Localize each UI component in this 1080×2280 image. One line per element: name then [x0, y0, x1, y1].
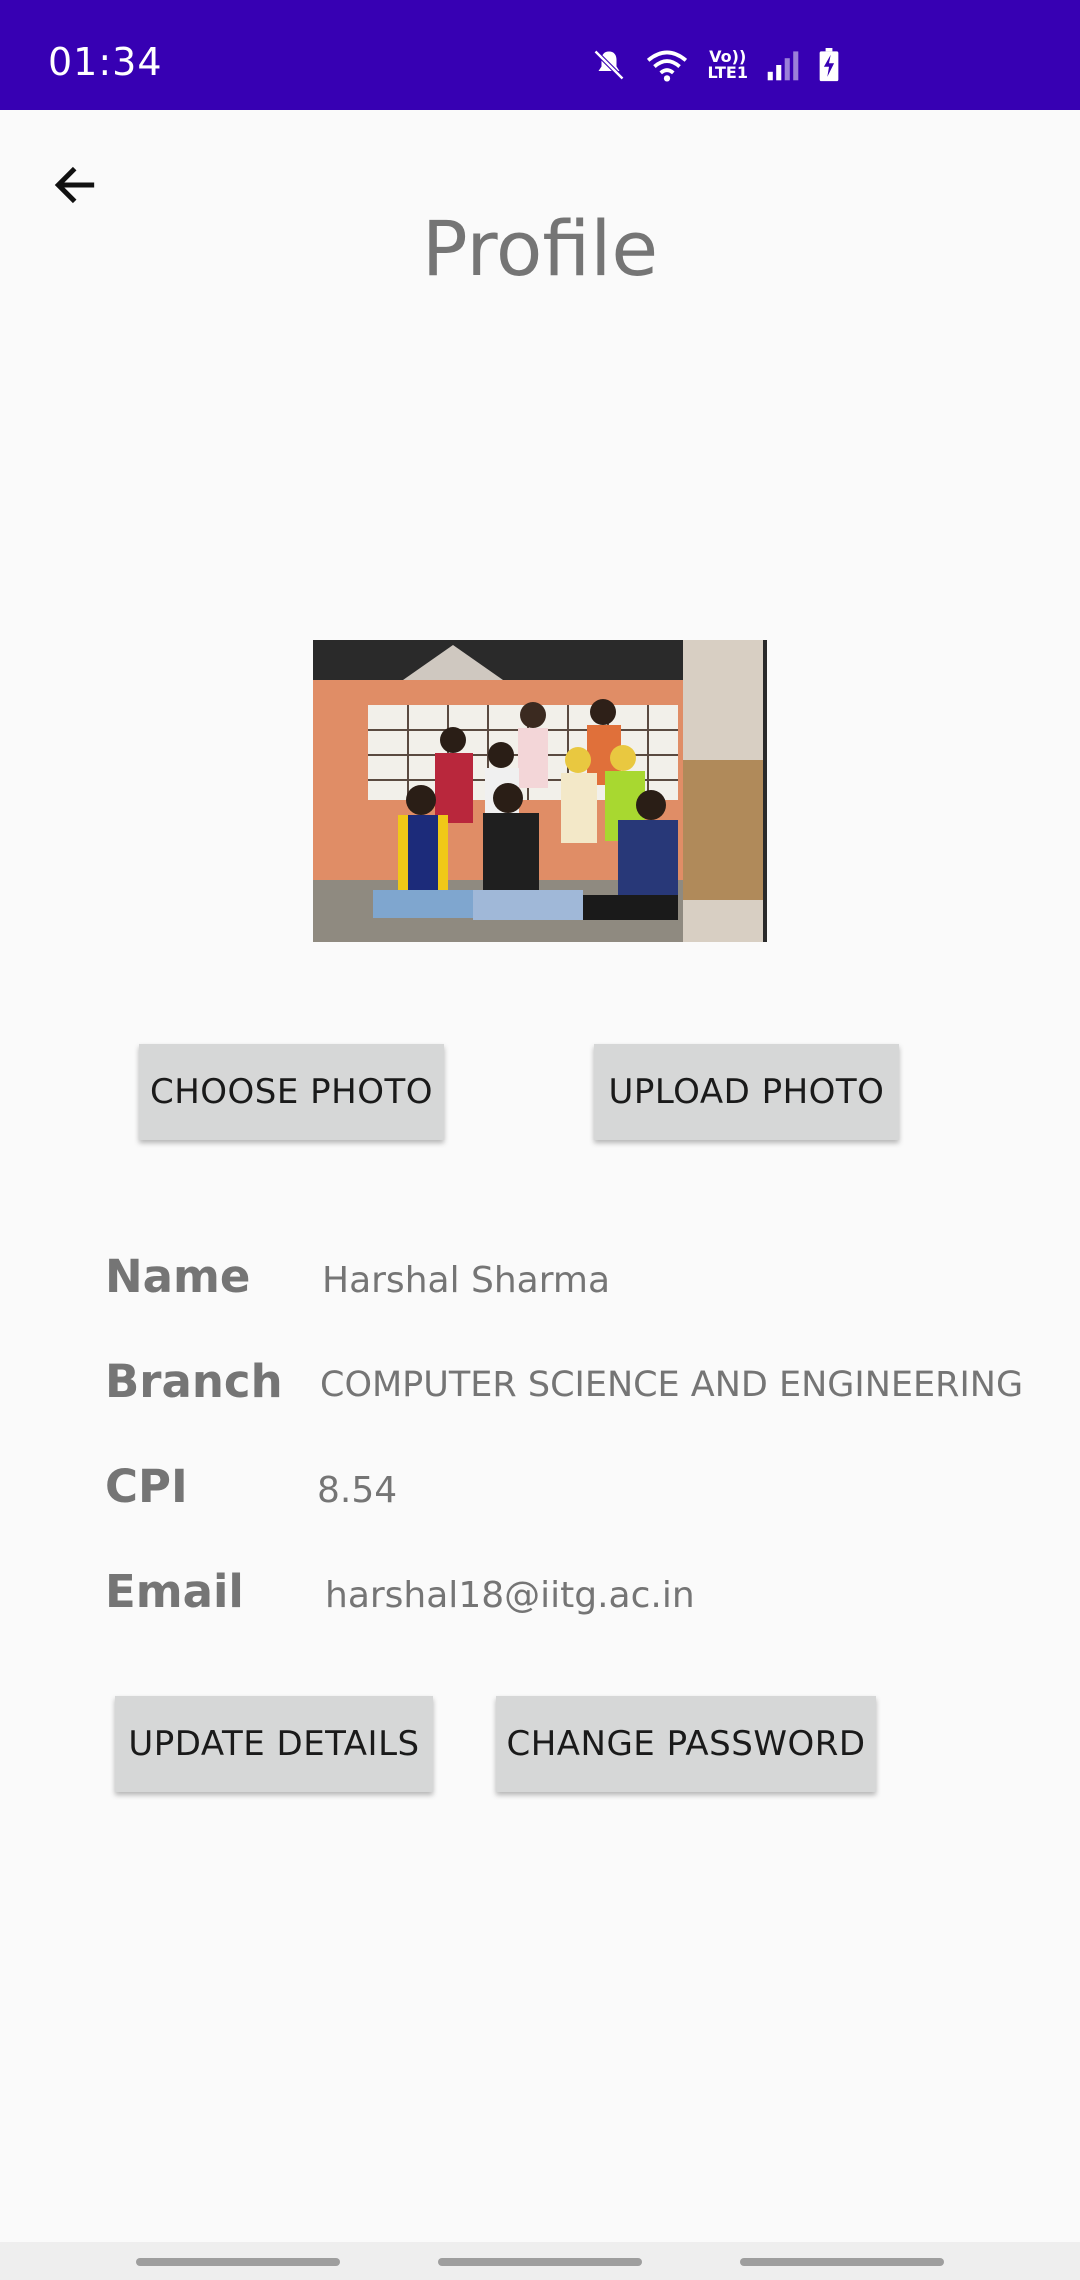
cpi-label: CPI [105, 1460, 188, 1513]
email-value: harshal18@iitg.ac.in [325, 1575, 695, 1616]
status-bar: 01:34 Vo)) LTE1 [0, 0, 1080, 110]
arrow-left-icon [54, 166, 95, 204]
choose-photo-button[interactable]: CHOOSE PHOTO [139, 1044, 444, 1140]
name-label: Name [105, 1250, 251, 1303]
page-title: Profile [421, 204, 659, 293]
upload-photo-button[interactable]: UPLOAD PHOTO [594, 1044, 899, 1140]
branch-value: COMPUTER SCIENCE AND ENGINEERING [320, 1365, 1024, 1405]
email-label: Email [105, 1565, 244, 1618]
profile-photo [313, 640, 767, 942]
change-password-button[interactable]: CHANGE PASSWORD [496, 1696, 876, 1792]
lte-label-bottom: LTE1 [707, 63, 748, 82]
nav-handle-right[interactable] [740, 2258, 944, 2266]
navigation-bar [0, 2242, 1080, 2280]
nav-handle-left[interactable] [136, 2258, 340, 2266]
branch-label: Branch [105, 1355, 283, 1408]
status-icons: Vo)) LTE1 [591, 42, 840, 88]
status-time: 01:34 [48, 40, 163, 84]
nav-handle-center[interactable] [438, 2258, 642, 2266]
battery-charging-icon [819, 48, 839, 82]
lte-icon: Vo)) LTE1 [707, 49, 748, 81]
update-details-button[interactable]: UPDATE DETAILS [115, 1696, 433, 1792]
cpi-value: 8.54 [317, 1470, 398, 1511]
name-value: Harshal Sharma [322, 1260, 611, 1301]
mute-icon [594, 49, 625, 81]
signal-icon [767, 51, 799, 81]
wifi-icon [647, 50, 688, 82]
